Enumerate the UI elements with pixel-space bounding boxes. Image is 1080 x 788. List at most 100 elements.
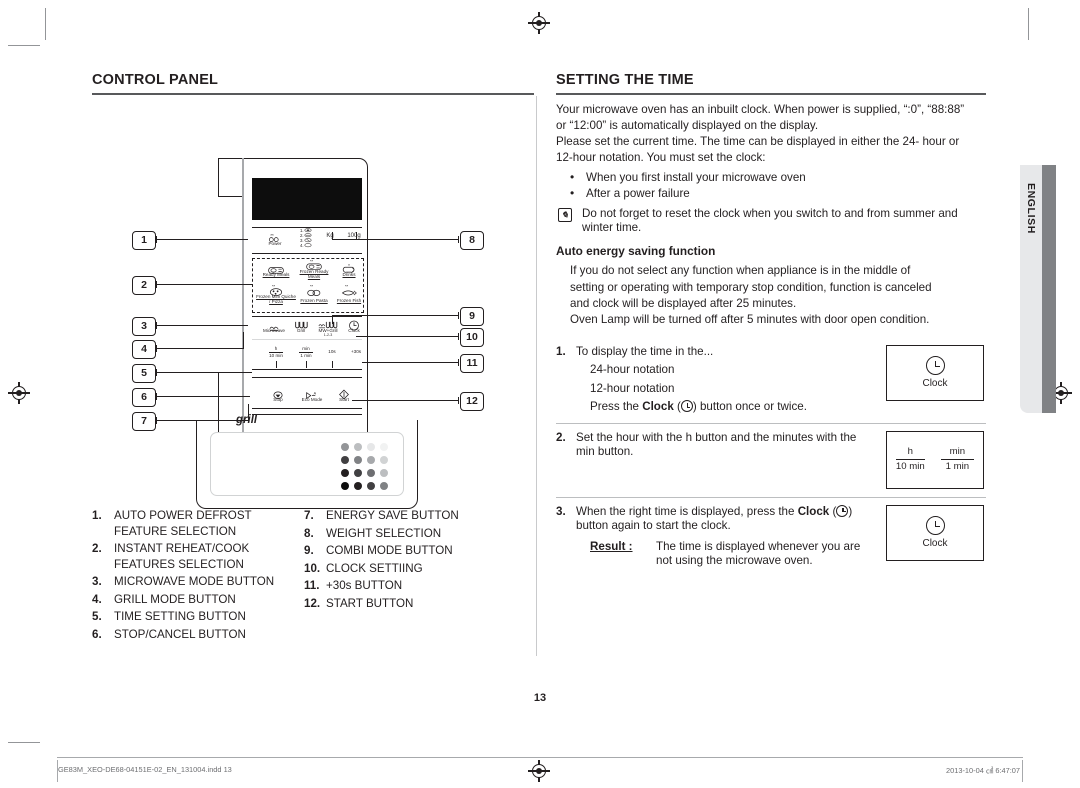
h-bottom: 10 min [895, 460, 925, 472]
min-fraction: min 1 min [940, 446, 975, 473]
callout-line-12 [352, 400, 458, 401]
legend-item: 4. GRILL MODE BUTTON [92, 592, 304, 608]
footer-filename: GE83M_XEO-DE68-04151E-02_EN_131004.indd … [58, 765, 232, 774]
legend-number: 12. [304, 596, 321, 610]
callout-line-8 [332, 239, 458, 240]
h-fraction: h 10 min [895, 446, 925, 473]
door-window [210, 432, 404, 496]
start-label: Start [339, 397, 349, 402]
clock-steps: 1. To display the time in the... 24-hour… [556, 338, 986, 577]
clock-figure-label: Clock [922, 538, 948, 550]
auto-energy-line-3: and clock will be displayed after 25 min… [570, 296, 797, 310]
clock-icon[interactable] [349, 318, 360, 336]
svg-text:**: ** [345, 284, 349, 289]
time-1min-label: 1 min [300, 353, 312, 358]
side-tab-text-wrap: ENGLISH [1020, 165, 1042, 413]
svg-text:**: ** [270, 233, 274, 238]
legend-item: 3. MICROWAVE MODE BUTTON [92, 574, 304, 590]
crop-mark-top-right-v [1028, 8, 1030, 40]
callout-tick-3 [156, 322, 157, 329]
page-number: 13 [533, 692, 547, 704]
legend-number: 1. [92, 509, 102, 522]
callout-line-9b [332, 315, 333, 324]
note-block: ✎ Do not forget to reset the clock when … [556, 207, 986, 236]
step-2-text: Set the hour with the h button and the m… [576, 431, 886, 460]
ready-meals-label: Ready Meals [262, 272, 290, 277]
bullet-item: When you first install your microwave ov… [556, 169, 986, 186]
note-text: Do not forget to reset the clock when yo… [582, 206, 958, 235]
time-tick-1 [276, 361, 277, 368]
step-1-number: 1. [556, 344, 566, 358]
frozen-fish-label: Frozen Fish [336, 298, 362, 303]
legend-number: 4. [92, 592, 102, 606]
min-top: min [940, 446, 975, 460]
legend-text: CLOCK SETTIING [326, 561, 423, 575]
legend-item: 7. ENERGY SAVE BUTTON [304, 508, 529, 524]
plus30s-label: +30s [350, 349, 362, 354]
clock-glyph-icon [836, 504, 849, 517]
callout-7: 7 [132, 412, 156, 431]
control-panel-legend: 1. AUTO POWER DEFROST FEATURE SELECTION 2… [92, 508, 534, 644]
callout-tick-12 [458, 397, 459, 404]
step-2-line-1: Set the hour with the h button and the m… [576, 430, 857, 444]
step-2-number: 2. [556, 430, 566, 444]
row-rule-6 [252, 377, 362, 379]
callout-line-8b [332, 232, 333, 240]
time-h-label: h [274, 346, 278, 351]
svg-text:**: ** [310, 259, 314, 264]
step-3-line-2: button again to start the clock. [576, 519, 731, 533]
control-panel-heading: CONTROL PANEL [92, 72, 219, 88]
legend-item: 11. +30s BUTTON [304, 578, 529, 594]
callout-tick-4 [156, 345, 157, 352]
eco-mode-label: Eco Mode [301, 397, 323, 402]
row-rule-4 [252, 339, 362, 341]
result-row: Result : The time is displayed whenever … [576, 540, 878, 569]
step-2: 2. Set the hour with the h button and th… [556, 424, 986, 497]
callout-4: 4 [132, 340, 156, 359]
crop-mark-top-left-v [45, 8, 47, 40]
callout-tick-6 [156, 393, 157, 400]
callout-tick-1 [156, 236, 157, 243]
time-tick-3 [332, 361, 333, 368]
door-dot-grid [341, 443, 391, 493]
callout-9: 9 [460, 307, 484, 326]
panel-edge-top [218, 158, 220, 196]
callout-tick-11 [458, 359, 459, 366]
step-3: 3. When the right time is displayed, pre… [556, 498, 986, 577]
step-1: 1. To display the time in the... 24-hour… [556, 338, 986, 423]
row-rule-5 [252, 369, 362, 371]
side-tab-label: ENGLISH [1025, 183, 1037, 234]
step-2-line-2: min button. [576, 445, 634, 459]
svg-text:**: ** [272, 284, 276, 289]
registration-dot [532, 764, 546, 778]
power-icon: ** [267, 231, 283, 249]
footer-rule [57, 757, 1023, 758]
start-icon[interactable] [339, 387, 350, 405]
legend-number: 9. [304, 544, 314, 557]
result-text: The time is displayed whenever you are n… [656, 539, 861, 568]
legend-number: 8. [304, 526, 314, 540]
callout-line-8c [356, 232, 357, 240]
footer-timestamp: 2013-10-04 ㎠ 6:47:07 [946, 766, 1020, 775]
result-label: Result : [590, 539, 633, 553]
callout-2: 2 [132, 276, 156, 295]
side-tab-dark [1042, 165, 1056, 413]
svg-text:**: ** [310, 284, 314, 289]
registration-mark-left [8, 382, 30, 404]
drinks-label: Drinks [342, 272, 356, 277]
ready-meals-icon[interactable] [267, 262, 285, 280]
legend-item: 5. TIME SETTING BUTTON [92, 609, 304, 625]
callout-12: 12 [460, 392, 484, 411]
callout-11: 11 [460, 354, 484, 373]
legend-column-left: 1. AUTO POWER DEFROST FEATURE SELECTION 2… [92, 508, 304, 644]
h-min-pair: h 10 min min 1 min [887, 432, 983, 473]
clock-icon [925, 356, 945, 376]
callout-line-4b [243, 332, 244, 349]
frozen-pasta-label: Frozen Pasta [300, 298, 328, 303]
step-1-press-line: Press the Clock () button once or twice. [590, 400, 807, 414]
callout-10: 10 [460, 328, 484, 347]
callout-line-10 [356, 336, 458, 337]
grill-icon[interactable] [294, 318, 308, 336]
legend-item: 10. CLOCK SETTIING [304, 561, 529, 577]
clock-icon [925, 516, 945, 536]
